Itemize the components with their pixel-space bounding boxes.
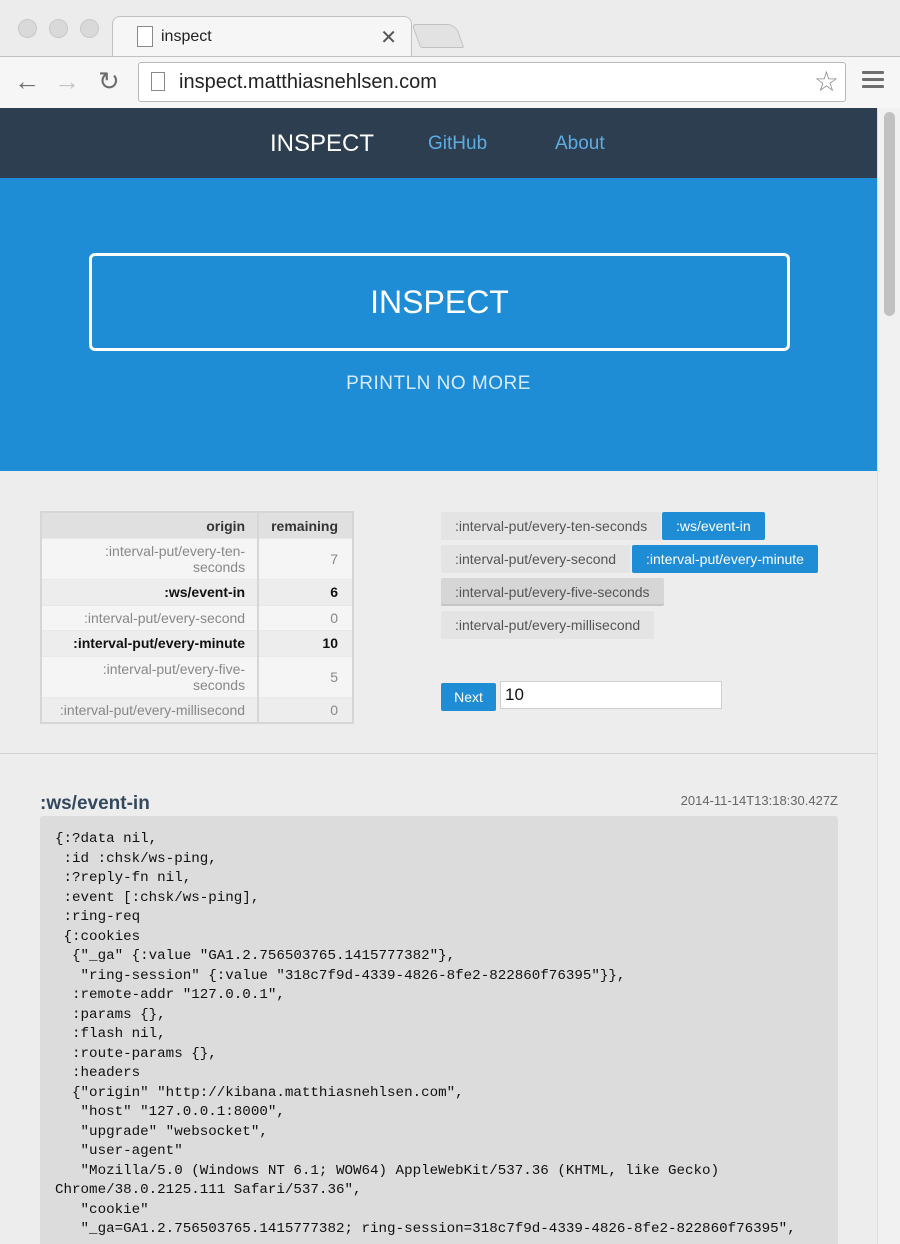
event-entry: :ws/event-in 2014-11-14T13:18:30.427Z {:… <box>0 754 877 1244</box>
forward-arrow-icon[interactable]: → <box>54 65 80 97</box>
filter-chip-every-second[interactable]: :interval-put/every-second <box>441 545 631 573</box>
close-window-button[interactable] <box>18 19 37 38</box>
page-content: INSPECT GitHub About INSPECT PRINTLN NO … <box>0 108 877 1244</box>
table-row: :interval-put/every-ten-seconds 7 <box>41 538 353 580</box>
filter-chip-every-minute[interactable]: :interval-put/every-minute <box>632 545 818 573</box>
table-row: :interval-put/every-millisecond 0 <box>41 696 353 723</box>
filter-chip-every-ten-seconds[interactable]: :interval-put/every-ten-seconds <box>441 512 662 540</box>
address-bar[interactable]: inspect.matthiasnehlsen.com ☆ <box>138 62 846 102</box>
close-tab-icon[interactable]: ✕ <box>380 25 397 50</box>
new-tab-button[interactable] <box>411 24 465 48</box>
table-row: :interval-put/every-five-seconds 5 <box>41 655 353 697</box>
event-header: :ws/event-in 2014-11-14T13:18:30.427Z <box>40 754 838 816</box>
origin-cell: :interval-put/every-five-seconds <box>41 655 259 697</box>
remaining-cell: 10 <box>257 630 353 656</box>
remaining-cell: 7 <box>257 538 353 580</box>
next-count-input[interactable] <box>500 681 722 709</box>
origins-table: origin remaining :interval-put/every-ten… <box>40 511 354 724</box>
origin-cell: :interval-put/every-second <box>41 604 259 631</box>
table-row: :ws/event-in 6 <box>41 579 353 605</box>
origin-cell: :interval-put/every-ten-seconds <box>41 538 259 580</box>
nav-link-github[interactable]: GitHub <box>428 133 487 155</box>
browser-tab[interactable]: inspect ✕ <box>112 16 412 56</box>
filter-chip-every-five-seconds[interactable]: :interval-put/every-five-seconds <box>441 578 664 606</box>
browser-toolbar: ← → ↻ inspect.matthiasnehlsen.com ☆ <box>0 56 900 108</box>
nav-link-about[interactable]: About <box>555 133 605 155</box>
page-icon <box>137 26 153 47</box>
controls-section: origin remaining :interval-put/every-ten… <box>0 471 877 754</box>
tab-title: inspect <box>161 28 212 45</box>
event-payload: {:?data nil, :id :chsk/ws-ping, :?reply-… <box>55 831 796 1237</box>
table-row: :interval-put/every-minute 10 <box>41 630 353 656</box>
origin-cell: :ws/event-in <box>41 579 259 605</box>
back-arrow-icon[interactable]: ← <box>14 65 40 97</box>
site-navbar: INSPECT GitHub About <box>0 108 877 178</box>
page-scrollbar[interactable] <box>877 108 900 1244</box>
hero-banner: INSPECT PRINTLN NO MORE <box>0 178 877 471</box>
url-text[interactable]: inspect.matthiasnehlsen.com <box>179 71 437 94</box>
remaining-cell: 6 <box>257 579 353 605</box>
filter-chip-ws-event-in[interactable]: :ws/event-in <box>662 512 765 540</box>
window-controls <box>18 19 99 38</box>
table-row: :interval-put/every-second 0 <box>41 604 353 631</box>
reload-icon[interactable]: ↻ <box>98 65 120 97</box>
browser-chrome: inspect ✕ ← → ↻ inspect.matthiasnehlsen.… <box>0 0 900 108</box>
origin-cell: :interval-put/every-millisecond <box>41 696 259 723</box>
zoom-window-button[interactable] <box>80 19 99 38</box>
bookmark-star-icon[interactable]: ☆ <box>814 65 839 98</box>
remaining-cell: 0 <box>257 696 353 723</box>
minimize-window-button[interactable] <box>49 19 68 38</box>
hero-subtitle: PRINTLN NO MORE <box>346 373 531 394</box>
origin-column-header: origin <box>41 512 259 539</box>
table-header-row: origin remaining <box>41 512 353 539</box>
page-icon <box>151 72 165 91</box>
site-brand[interactable]: INSPECT <box>270 130 374 158</box>
remaining-cell: 5 <box>257 655 353 697</box>
event-name: :ws/event-in <box>40 793 150 814</box>
remaining-cell: 0 <box>257 604 353 631</box>
hero-title: INSPECT <box>370 284 509 320</box>
origin-cell: :interval-put/every-minute <box>41 630 259 656</box>
filter-chip-every-millisecond[interactable]: :interval-put/every-millisecond <box>441 611 655 639</box>
browser-menu-icon[interactable] <box>862 71 884 92</box>
remaining-column-header: remaining <box>257 512 353 539</box>
next-button[interactable]: Next <box>441 683 496 711</box>
event-body: {:?data nil, :id :chsk/ws-ping, :?reply-… <box>40 816 838 1244</box>
hero-title-box: INSPECT <box>89 253 790 351</box>
scrollbar-thumb[interactable] <box>884 112 895 316</box>
event-timestamp: 2014-11-14T13:18:30.427Z <box>680 793 838 808</box>
